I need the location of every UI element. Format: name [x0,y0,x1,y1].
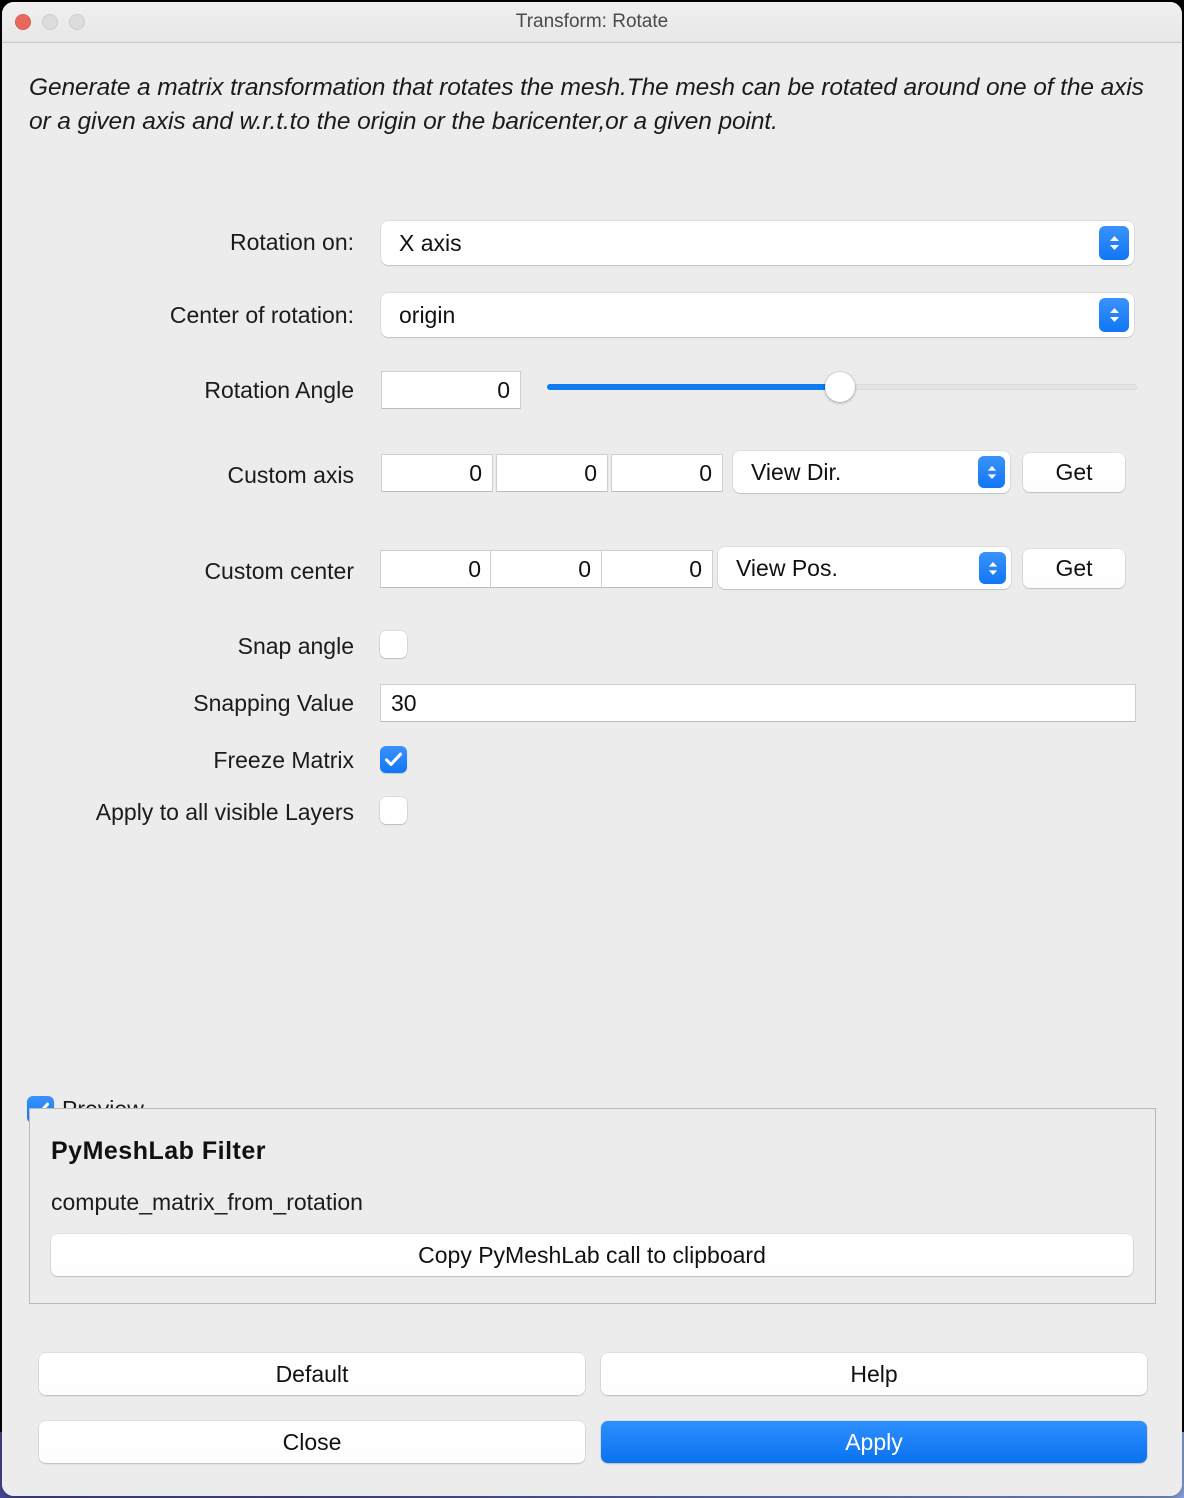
close-button[interactable]: Close [39,1421,585,1463]
custom-center-z-input[interactable]: 0 [601,550,713,588]
center-of-rotation-value: origin [399,301,456,328]
rotation-on-value: X axis [399,229,462,256]
custom-axis-x-input[interactable]: 0 [381,454,493,492]
custom-axis-preset-dropdown[interactable]: View Dir. [733,451,1010,493]
custom-center-y-input[interactable]: 0 [490,550,602,588]
apply-to-all-visible-layers-label: Apply to all visible Layers [95,799,354,825]
rotation-angle-slider-fill [547,384,842,390]
pymeshlab-filter-name: compute_matrix_from_rotation [51,1189,363,1215]
chevron-up-down-icon [1099,226,1129,260]
rotation-angle-slider-thumb[interactable] [825,372,855,402]
pymeshlab-group-title: PyMeshLab Filter [51,1137,266,1165]
snapping-value-input[interactable]: 30 [380,684,1136,722]
custom-axis-label: Custom axis [227,462,354,488]
rotation-on-dropdown[interactable]: X axis [381,221,1134,265]
custom-axis-z-input[interactable]: 0 [611,454,723,492]
rotation-angle-input[interactable]: 0 [381,371,521,409]
dialog-content: Generate a matrix transformation that ro… [2,43,1182,1496]
custom-axis-preset-value: View Dir. [751,458,842,485]
window-title: Transform: Rotate [515,11,669,32]
title-bar[interactable]: Transform: Rotate [2,2,1182,43]
rotation-angle-label: Rotation Angle [204,377,354,403]
chevron-up-down-icon [1099,298,1129,332]
custom-axis-get-button[interactable]: Get [1023,453,1125,492]
apply-button[interactable]: Apply [601,1421,1147,1463]
chevron-up-down-icon [978,456,1005,488]
snap-angle-label: Snap angle [237,633,354,659]
center-of-rotation-label: Center of rotation: [169,302,354,328]
chevron-up-down-icon [979,552,1006,584]
default-button[interactable]: Default [39,1353,585,1395]
center-of-rotation-dropdown[interactable]: origin [381,293,1134,337]
rotation-on-label: Rotation on: [229,229,354,255]
pymeshlab-filter-group: PyMeshLab Filter compute_matrix_from_rot… [29,1108,1156,1304]
freeze-matrix-label: Freeze Matrix [213,747,354,773]
custom-center-preset-value: View Pos. [736,554,838,581]
custom-center-get-button[interactable]: Get [1023,549,1125,588]
custom-center-x-input[interactable]: 0 [380,550,492,588]
custom-center-label: Custom center [204,558,354,584]
custom-axis-y-input[interactable]: 0 [496,454,608,492]
apply-to-all-visible-layers-checkbox[interactable] [380,797,407,824]
dialog-window: Transform: Rotate Generate a matrix tran… [2,2,1182,1496]
freeze-matrix-checkbox[interactable] [380,746,407,773]
copy-pymeshlab-call-button[interactable]: Copy PyMeshLab call to clipboard [51,1234,1133,1276]
snapping-value-label: Snapping Value [193,690,354,716]
filter-description: Generate a matrix transformation that ro… [29,74,1144,135]
help-button[interactable]: Help [601,1353,1147,1395]
snap-angle-checkbox[interactable] [380,631,407,658]
custom-center-preset-dropdown[interactable]: View Pos. [718,547,1011,589]
check-icon [384,752,403,766]
